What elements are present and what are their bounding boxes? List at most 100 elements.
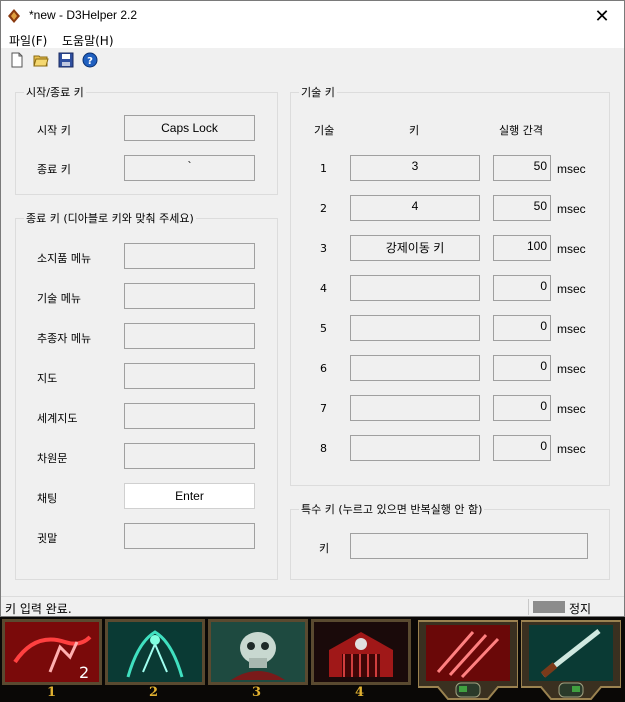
skill-key-field[interactable]: [350, 315, 480, 341]
end-keys-group: 종료 키 (디아블로 키와 맞춰 주세요) 소지품 메뉴 기술 메뉴 추종자 메…: [15, 210, 278, 580]
slot-number: 4: [355, 685, 365, 700]
new-file-icon[interactable]: [9, 52, 25, 68]
skill-key-field[interactable]: 4: [350, 195, 480, 221]
dagger-icon: [520, 620, 622, 700]
skill-key-field[interactable]: 3: [350, 155, 480, 181]
follower-menu-label: 추종자 메뉴: [37, 332, 92, 345]
skill-interval-field[interactable]: 0: [493, 395, 551, 421]
stop-key-field[interactable]: `: [124, 155, 255, 181]
slot-number: 1: [47, 685, 57, 700]
skill-slot-4: [311, 619, 411, 685]
title-bar: *new - D3Helper 2.2 ✕: [1, 1, 624, 31]
msec-unit-label: msec: [557, 282, 586, 296]
skill-interval-field[interactable]: 50: [493, 155, 551, 181]
world-map-label: 세계지도: [37, 412, 78, 425]
menu-bar: 파일(F) 도움말(H): [1, 31, 624, 48]
col-interval-header: 실행 간격: [499, 124, 543, 137]
world-map-field[interactable]: [124, 403, 255, 429]
special-key-group-title: 특수 키 (누르고 있으면 반복실행 안 함): [299, 501, 485, 517]
skill-interval-field[interactable]: 50: [493, 195, 551, 221]
skill-row-number: 6: [320, 362, 327, 375]
skull-icon: [211, 622, 305, 682]
status-message: 키 입력 완료.: [5, 602, 72, 616]
skill-slot-2: [105, 619, 205, 685]
right-mouse-slot: [520, 617, 622, 702]
status-state-label: 정지: [569, 602, 592, 616]
chat-label: 채팅: [37, 492, 58, 505]
whisper-field[interactable]: [124, 523, 255, 549]
skill-keys-group-title: 기술 키: [299, 84, 337, 100]
portal-label: 차원문: [37, 452, 68, 465]
special-key-label: 키: [319, 542, 330, 555]
skill-key-field[interactable]: [350, 395, 480, 421]
skill-row-number: 7: [320, 402, 327, 415]
msec-unit-label: msec: [557, 402, 586, 416]
start-key-label: 시작 키: [37, 124, 71, 137]
stop-key-label: 종료 키: [37, 163, 71, 176]
skill-row-number: 5: [320, 322, 327, 335]
special-key-group: 특수 키 (누르고 있으면 반복실행 안 함) 키: [290, 501, 610, 580]
menu-help[interactable]: 도움말(H): [62, 32, 114, 49]
inventory-menu-label: 소지품 메뉴: [37, 252, 92, 265]
portal-field[interactable]: [124, 443, 255, 469]
col-skill-header: 기술: [314, 124, 335, 137]
status-indicator: [533, 601, 565, 613]
skill-key-field[interactable]: [350, 435, 480, 461]
game-skill-bar: 2 1 2 3 4: [0, 617, 625, 702]
skill-interval-field[interactable]: 0: [493, 315, 551, 341]
msec-unit-label: msec: [557, 242, 586, 256]
skill-row-number: 2: [320, 202, 327, 215]
col-key-header: 키: [409, 124, 420, 137]
skill-interval-field[interactable]: 100: [493, 235, 551, 261]
sprint-icon: 2: [5, 622, 99, 682]
chat-field[interactable]: Enter: [124, 483, 255, 509]
inventory-menu-field[interactable]: [124, 243, 255, 269]
skill-interval-field[interactable]: 0: [493, 275, 551, 301]
skill-interval-field[interactable]: 0: [493, 435, 551, 461]
skill-keys-group: 기술 키 기술 키 실행 간격 1 3 50 msec 2 4 50 msec …: [290, 84, 610, 486]
start-key-field[interactable]: Caps Lock: [124, 115, 255, 141]
follower-menu-field[interactable]: [124, 323, 255, 349]
left-mouse-slot: [417, 617, 519, 702]
skill-slot-1: 2: [2, 619, 102, 685]
start-stop-group: 시작/종료 키 시작 키 Caps Lock 종료 키 `: [15, 84, 278, 195]
skill-row-number: 4: [320, 282, 327, 295]
skill-key-field[interactable]: 강제이동 키: [350, 235, 480, 261]
slot-number: 3: [252, 685, 262, 700]
claw-icon: [417, 620, 519, 700]
status-bar: 키 입력 완료. 정지: [1, 596, 624, 616]
end-keys-group-title: 종료 키 (디아블로 키와 맞춰 주세요): [24, 210, 196, 226]
skill-key-field[interactable]: [350, 275, 480, 301]
app-logo-icon: [8, 9, 20, 23]
menu-file[interactable]: 파일(F): [9, 32, 47, 49]
skill-menu-field[interactable]: [124, 283, 255, 309]
gate-icon: [314, 622, 408, 682]
map-field[interactable]: [124, 363, 255, 389]
skill-row-number: 1: [320, 162, 327, 175]
special-key-field[interactable]: [350, 533, 588, 559]
whisper-label: 귓말: [37, 532, 58, 545]
skill-slot-3: [208, 619, 308, 685]
close-button[interactable]: ✕: [580, 1, 624, 31]
msec-unit-label: msec: [557, 202, 586, 216]
skill-menu-label: 기술 메뉴: [37, 292, 81, 305]
toolbar: ?: [1, 48, 624, 72]
save-icon[interactable]: [58, 52, 74, 68]
skill-interval-field[interactable]: 0: [493, 355, 551, 381]
msec-unit-label: msec: [557, 322, 586, 336]
help-icon[interactable]: ?: [82, 52, 98, 68]
status-divider: [528, 599, 529, 615]
start-stop-group-title: 시작/종료 키: [24, 84, 86, 100]
app-window: *new - D3Helper 2.2 ✕ 파일(F) 도움말(H) ? 시작/…: [0, 0, 625, 617]
msec-unit-label: msec: [557, 362, 586, 376]
slot-badge: 2: [79, 663, 89, 682]
window-title: *new - D3Helper 2.2: [29, 8, 138, 22]
skill-row-number: 3: [320, 242, 327, 255]
slot-number: 2: [149, 685, 159, 700]
open-folder-icon[interactable]: [33, 52, 49, 68]
svg-text:?: ?: [87, 56, 93, 67]
skill-key-field[interactable]: [350, 355, 480, 381]
msec-unit-label: msec: [557, 162, 586, 176]
msec-unit-label: msec: [557, 442, 586, 456]
skill-row-number: 8: [320, 442, 327, 455]
